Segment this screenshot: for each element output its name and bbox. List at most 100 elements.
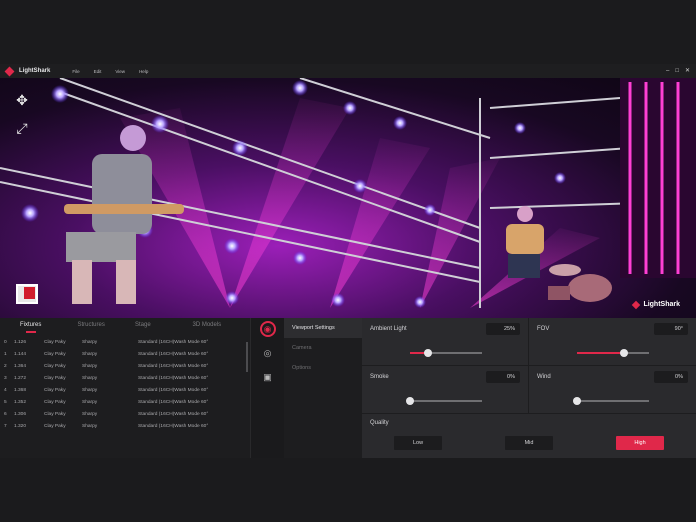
table-cell: 2 (4, 363, 7, 369)
title-bar: LightShark File Edit View Help – □ ✕ (0, 64, 696, 78)
table-cell: Sharpy (82, 423, 98, 429)
close-icon[interactable]: ✕ (685, 67, 690, 75)
table-cell: 1.272 (14, 375, 27, 381)
table-row[interactable]: 7 1.320 Clay Paky Sharpy Standard (16CH)Wash… (0, 420, 250, 432)
3d-viewport[interactable]: ✥ ⤢ LightShark (0, 78, 696, 318)
table-cell: 6 (4, 411, 7, 417)
camera-target-icon[interactable]: ◎ (260, 345, 276, 361)
maximize-icon[interactable]: □ (675, 67, 679, 75)
fixtures-table: 0 1.126 Clay Paky Sharpy Standard (16CH)Wash… (0, 336, 250, 432)
table-cell: 7 (4, 423, 7, 429)
table-cell: Clay Paky (44, 399, 66, 405)
ambient-light-slider[interactable] (410, 349, 482, 357)
view-cube-icon[interactable] (16, 284, 38, 304)
fov-slider[interactable] (577, 349, 649, 357)
table-cell: Sharpy (82, 351, 98, 357)
fixtures-panel: Fixtures Structures Stage 3D Models 0 1.1… (0, 318, 250, 458)
table-cell: Standard (16CH)Wash Mode 60° (138, 351, 209, 357)
table-row[interactable]: 3 1.272 Clay Paky Sharpy Standard (16CH)Wash… (0, 372, 250, 384)
smoke-value[interactable]: 0% (486, 371, 520, 383)
table-cell: Sharpy (82, 399, 98, 405)
logo-mark-icon (4, 66, 15, 76)
table-cell: 0 (4, 339, 7, 345)
video-camera-icon[interactable]: ▣ (260, 369, 276, 385)
table-cell: Clay Paky (44, 387, 66, 393)
fov-group: FOV 90° (529, 318, 696, 366)
table-cell: Sharpy (82, 339, 98, 345)
table-cell: Standard (16CH)Wash Mode 60° (138, 375, 209, 381)
table-row[interactable]: 4 1.368 Clay Paky Sharpy Standard (16CH)Wash… (0, 384, 250, 396)
fixtures-scrollbar[interactable] (246, 342, 248, 372)
viewport-brand-badge: LightShark (632, 300, 680, 309)
tab-3d-models[interactable]: 3D Models (193, 322, 251, 328)
wind-value[interactable]: 0% (654, 371, 688, 383)
fullscreen-icon[interactable]: ⤢ (14, 120, 30, 136)
table-row[interactable]: 1 1.144 Clay Paky Sharpy Standard (16CH)Wash… (0, 348, 250, 360)
slider-knob[interactable] (619, 349, 628, 357)
app-title: LightShark (19, 68, 51, 74)
smoke-group: Smoke 0% (362, 366, 529, 414)
table-cell: Sharpy (82, 375, 98, 381)
quality-mid-button[interactable]: Mid (505, 436, 553, 450)
tab-stage[interactable]: Stage (135, 322, 193, 328)
table-cell: Standard (16CH)Wash Mode 60° (138, 423, 209, 429)
led-wall (620, 78, 696, 278)
app-logo: LightShark (4, 66, 51, 76)
settings-category-bar: ◉ ◎ ▣ (250, 318, 284, 458)
viewport-settings-panel: Ambient Light 25% FOV 90° Smoke 0% Wind … (362, 318, 696, 458)
table-cell: 1.364 (14, 363, 27, 369)
menu-viewport-settings[interactable]: Viewport Settings (284, 318, 362, 338)
smoke-slider[interactable] (406, 397, 482, 405)
slider-knob[interactable] (406, 397, 414, 405)
fov-label: FOV (537, 326, 550, 332)
menu-camera[interactable]: Camera (284, 338, 362, 358)
slider-knob[interactable] (573, 397, 581, 405)
table-cell: Clay Paky (44, 411, 66, 417)
window-controls: – □ ✕ (666, 67, 690, 75)
quality-label: Quality (370, 420, 389, 426)
wind-label: Wind (537, 374, 551, 380)
tab-fixtures[interactable]: Fixtures (20, 322, 78, 333)
table-cell: Standard (16CH)Wash Mode 60° (138, 339, 209, 345)
ambient-light-value[interactable]: 25% (486, 323, 520, 335)
table-cell: 3 (4, 375, 7, 381)
menu-bar: File Edit View Help (72, 69, 148, 74)
move-icon[interactable]: ✥ (14, 92, 30, 108)
table-cell: Sharpy (82, 387, 98, 393)
menu-view[interactable]: View (115, 69, 125, 74)
table-row[interactable]: 6 1.306 Clay Paky Sharpy Standard (16CH)Wash… (0, 408, 250, 420)
table-cell: 1.306 (14, 411, 27, 417)
quality-group: Quality Low Mid High (362, 414, 696, 458)
menu-edit[interactable]: Edit (94, 69, 102, 74)
tab-structures[interactable]: Structures (78, 322, 136, 328)
table-row[interactable]: 0 1.126 Clay Paky Sharpy Standard (16CH)Wash… (0, 336, 250, 348)
minimize-icon[interactable]: – (666, 67, 669, 75)
table-cell: Sharpy (82, 411, 98, 417)
table-cell: Clay Paky (44, 363, 66, 369)
table-cell: 1.352 (14, 399, 27, 405)
table-cell: Standard (16CH)Wash Mode 60° (138, 411, 209, 417)
wind-slider[interactable] (573, 397, 649, 405)
table-cell: Standard (16CH)Wash Mode 60° (138, 363, 209, 369)
singer-figure (506, 206, 544, 278)
fov-value[interactable]: 90° (654, 323, 688, 335)
slider-knob[interactable] (424, 349, 432, 357)
quality-high-button[interactable]: High (616, 436, 664, 450)
table-cell: 1.126 (14, 339, 27, 345)
table-cell: Standard (16CH)Wash Mode 60° (138, 387, 209, 393)
ambient-light-label: Ambient Light (370, 326, 407, 332)
table-row[interactable]: 5 1.352 Clay Paky Sharpy Standard (16CH)Wash… (0, 396, 250, 408)
table-cell: 1.144 (14, 351, 27, 357)
menu-help[interactable]: Help (139, 69, 148, 74)
table-cell: Sharpy (82, 363, 98, 369)
menu-options[interactable]: Options (284, 358, 362, 378)
settings-menu: Viewport Settings Camera Options (284, 318, 362, 458)
menu-file[interactable]: File (72, 69, 79, 74)
table-row[interactable]: 2 1.364 Clay Paky Sharpy Standard (16CH)Wash… (0, 360, 250, 372)
wind-group: Wind 0% (529, 366, 696, 414)
aperture-icon[interactable]: ◉ (259, 321, 276, 337)
table-cell: Clay Paky (44, 339, 66, 345)
table-cell: Standard (16CH)Wash Mode 60° (138, 399, 209, 405)
quality-low-button[interactable]: Low (394, 436, 442, 450)
table-cell: 1.320 (14, 423, 27, 429)
